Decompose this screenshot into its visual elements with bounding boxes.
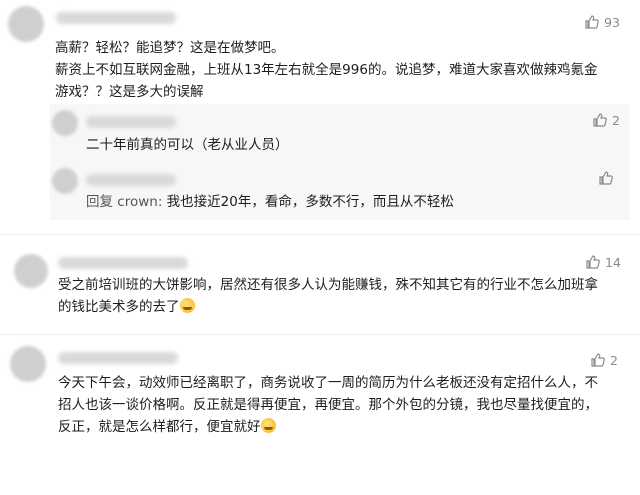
divider (0, 234, 640, 235)
comment-3: 2 今天下午会，动效师已经离职了，商务说收了一周的简历为什么老板还没有定招什么人… (0, 340, 640, 490)
like-count: 93 (604, 14, 620, 30)
reply-text: 回复 crown: 我也接近20年，看命，多数不行，而且从不轻松 (86, 191, 454, 213)
thumbs-up-icon (586, 255, 600, 269)
laughing-emoji-icon (260, 418, 276, 433)
username[interactable] (86, 116, 176, 128)
like-button[interactable]: 14 (585, 254, 621, 270)
comment-text-line: 反正，就是怎么样都行，便宜就好 (58, 416, 276, 438)
reply-prefix[interactable]: 回复 crown: (86, 194, 162, 210)
avatar[interactable] (14, 254, 48, 288)
thumbs-up-icon (599, 171, 613, 185)
comment-text-line: 招人也该一谈价格啊。反正就是得再便宜，再便宜。那个外包的分镜，我也尽量找便宜的， (58, 397, 598, 413)
comment-text-line: 受之前培训班的大饼影响，居然还有很多人认为能赚钱，殊不知其它有的行业不怎么加班拿 (58, 277, 598, 293)
like-button[interactable]: 2 (590, 352, 618, 368)
comment-1: 93 高薪？轻松？能追梦？这是在做梦吧。 薪资上不如互联网金融，上班从13年左右… (0, 0, 640, 225)
divider (0, 334, 640, 335)
like-count: 2 (610, 352, 618, 368)
username[interactable] (58, 352, 178, 364)
comment-text-line: 游戏？？这是多大的误解 (55, 84, 204, 100)
username[interactable] (58, 257, 188, 269)
like-button[interactable]: 93 (584, 14, 620, 30)
like-count: 14 (605, 254, 621, 270)
reply-body: 我也接近20年，看命，多数不行，而且从不轻松 (162, 194, 454, 210)
reply-text: 二十年前真的可以（老从业人员） (86, 137, 289, 153)
avatar[interactable] (52, 110, 78, 136)
username[interactable] (56, 12, 176, 24)
thumbs-up-icon (585, 15, 599, 29)
comment-text-line: 高薪？轻松？能追梦？这是在做梦吧。 (55, 40, 285, 56)
avatar[interactable] (52, 168, 78, 194)
like-button[interactable]: 2 (592, 112, 620, 128)
thumbs-up-icon (593, 113, 607, 127)
avatar[interactable] (8, 6, 44, 42)
avatar[interactable] (10, 346, 46, 382)
like-button[interactable] (598, 170, 614, 186)
comment-text-line: 薪资上不如互联网金融，上班从13年左右就全是996的。说追梦，难道大家喜欢做辣鸡… (55, 62, 598, 78)
comment-text-line: 今天下午会，动效师已经离职了，商务说收了一周的简历为什么老板还没有定招什么人，不 (58, 375, 598, 391)
thumbs-up-icon (591, 353, 605, 367)
like-count: 2 (612, 112, 620, 128)
comment-2: 14 受之前培训班的大饼影响，居然还有很多人认为能赚钱，殊不知其它有的行业不怎么… (0, 240, 640, 330)
comment-text-line: 的钱比美术多的去了 (58, 296, 195, 318)
username[interactable] (86, 174, 176, 186)
laughing-emoji-icon (179, 298, 195, 313)
